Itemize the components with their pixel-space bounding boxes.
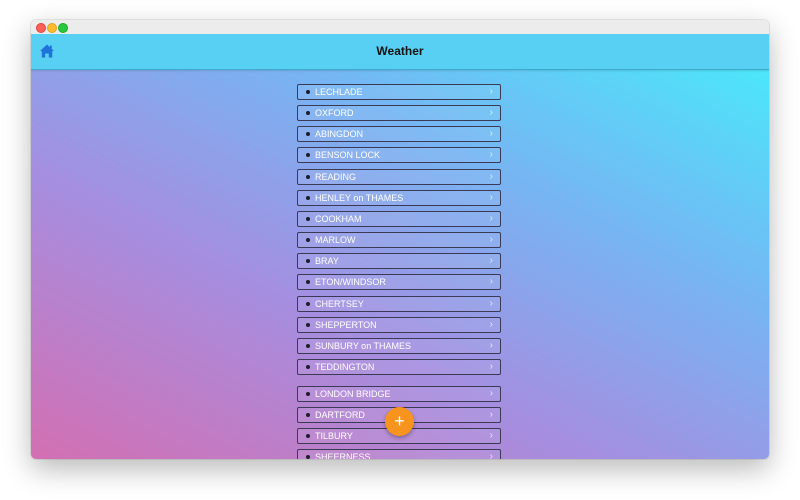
bullet-icon [306,90,310,94]
location-list-item[interactable]: LONDON BRIDGE › [297,385,501,402]
bullet-icon [306,391,310,396]
location-label: SHEERNESS [315,452,371,459]
bullet-icon [306,174,310,179]
navigation-bar: Weather [31,34,769,70]
location-label: ETON/WINDSOR [315,277,386,288]
page-title: Weather [376,44,424,58]
location-list-item[interactable]: HENLEY on THAMES › [297,189,501,206]
bullet-icon [306,238,310,242]
location-label: LECHLADE [315,87,363,97]
plus-icon: + [394,411,405,431]
close-window-button[interactable] [36,23,46,33]
chevron-right-icon: › [489,360,493,372]
bullet-icon [306,280,310,285]
location-label: BENSON LOCK [315,150,381,161]
location-label: BRAY [315,256,339,267]
location-list-item[interactable]: CHERTSEY › [297,295,501,312]
bullet-icon [306,195,310,200]
location-label: ABINGDON [315,129,364,140]
location-label: CHERTSEY [315,298,364,309]
chevron-right-icon: › [489,234,493,245]
location-list-item[interactable]: ETON/WINDSOR › [297,274,501,291]
chevron-right-icon: › [489,451,493,459]
bullet-icon [306,132,310,137]
chevron-right-icon: › [489,191,493,203]
location-label: COOKHAM [315,213,362,224]
location-label: LONDON BRIDGE [315,388,391,399]
chevron-right-icon: › [489,387,493,399]
chevron-right-icon: › [489,255,493,267]
chevron-right-icon: › [489,276,493,288]
chevron-right-icon: › [489,408,493,420]
bullet-icon [306,343,310,348]
add-location-button[interactable]: + [385,407,414,436]
location-list-item[interactable]: MARLOW › [297,232,501,248]
chevron-right-icon: › [489,170,493,182]
bullet-icon [306,153,310,158]
location-list-item[interactable]: COOKHAM › [297,210,501,227]
location-label: TILBURY [315,430,353,441]
location-list-item[interactable]: SUNBURY on THAMES › [297,337,501,354]
window-titlebar [31,20,769,35]
location-label: SUNBURY on THAMES [315,340,412,351]
location-label: HENLEY on THAMES [315,192,404,203]
bullet-icon [306,322,310,327]
location-list-item[interactable]: OXFORD › [297,105,501,122]
location-label: DARTFORD [315,409,365,420]
chevron-right-icon: › [489,429,493,441]
chevron-right-icon: › [489,212,493,224]
location-list-item[interactable]: READING › [297,168,501,185]
location-label: SHEPPERTON [315,319,377,330]
chevron-right-icon: › [489,86,493,97]
chevron-right-icon: › [489,318,493,330]
location-list-item[interactable]: BENSON LOCK › [297,147,501,164]
bullet-icon [306,433,310,438]
minimize-window-button[interactable] [47,23,57,33]
location-label: READING [315,171,357,182]
maximize-window-button[interactable] [58,23,68,33]
chevron-right-icon: › [489,107,493,119]
chevron-right-icon: › [489,149,493,161]
location-list-item[interactable]: ABINGDON › [297,126,501,143]
bullet-icon [306,364,310,369]
location-label: OXFORD [315,108,354,119]
chevron-right-icon: › [489,339,493,351]
bullet-icon [306,301,310,306]
app-content: Weather LECHLADE › OXFORD › ABINGDON › BENSON … [31,34,769,459]
bullet-icon [306,259,310,264]
location-label: MARLOW [315,235,356,245]
location-list-item[interactable]: SHEERNESS › [297,449,501,459]
location-list-item[interactable]: SHEPPERTON › [297,316,501,333]
app-window: Weather LECHLADE › OXFORD › ABINGDON › BENSON … [31,20,769,459]
bullet-icon [306,455,310,459]
location-list-item[interactable]: LECHLADE › [297,84,501,100]
bullet-icon [306,216,310,221]
location-label: TEDDINGTON [315,361,375,372]
chevron-right-icon: › [489,297,493,309]
location-list-item[interactable]: TEDDINGTON › [297,358,501,375]
bullet-icon [306,111,310,116]
chevron-right-icon: › [489,128,493,140]
location-list-item[interactable]: BRAY › [297,253,501,270]
bullet-icon [306,412,310,417]
